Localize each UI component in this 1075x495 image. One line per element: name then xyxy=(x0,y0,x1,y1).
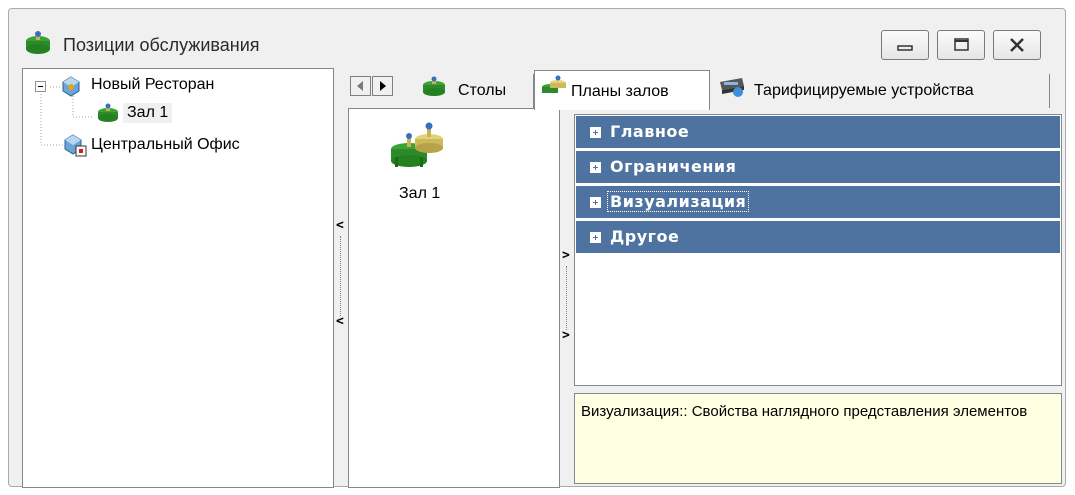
category-label: Другое xyxy=(610,227,680,246)
expand-icon[interactable] xyxy=(590,232,601,243)
tab-billing-devices[interactable]: Тарифицируемые устройства xyxy=(710,74,1050,108)
minimize-button[interactable] xyxy=(881,30,929,60)
category-label: Главное xyxy=(610,122,690,141)
tree-item-label: Новый Ресторан xyxy=(91,76,215,93)
arrow-left-icon xyxy=(357,81,363,91)
category-label: Визуализация xyxy=(606,191,750,212)
maximize-button[interactable] xyxy=(937,30,985,60)
close-button[interactable] xyxy=(993,30,1041,60)
expand-toggle[interactable] xyxy=(35,81,46,92)
billing-device-icon xyxy=(718,74,748,105)
hall-icon xyxy=(95,103,121,130)
description-text: Визуализация:: Свойства наглядного предс… xyxy=(581,403,1028,420)
property-description: Визуализация:: Свойства наглядного предс… xyxy=(574,393,1062,484)
arrow-right-icon xyxy=(380,81,386,91)
hall-plan-icon xyxy=(539,75,569,106)
collapse-left-icon[interactable]: < xyxy=(336,219,344,232)
category-other[interactable]: Другое xyxy=(576,221,1060,254)
list-item-label: Зал 1 xyxy=(399,185,441,202)
properties-splitter[interactable]: > > xyxy=(561,240,573,360)
category-main[interactable]: Главное xyxy=(576,116,1060,149)
tab-label: Планы залов xyxy=(571,83,669,100)
category-limits[interactable]: Ограничения xyxy=(576,151,1060,184)
location-tree[interactable]: Новый Ресторан Зал 1 Центральный Офис xyxy=(22,68,334,488)
table-icon xyxy=(21,31,55,61)
tab-scroll-right-button[interactable] xyxy=(372,76,393,96)
restaurant-icon xyxy=(61,75,81,102)
category-visualization[interactable]: Визуализация xyxy=(576,186,1060,219)
tree-item-label: Зал 1 xyxy=(123,103,173,123)
list-item[interactable]: Зал 1 xyxy=(385,121,465,211)
maximize-icon xyxy=(954,38,969,51)
window-title: Позиции обслуживания xyxy=(63,35,260,55)
tab-hall-plans[interactable]: Планы залов xyxy=(534,70,710,110)
minimize-icon xyxy=(897,45,913,51)
expand-icon[interactable] xyxy=(590,162,601,173)
hall-plan-list[interactable]: Зал 1 xyxy=(348,108,560,488)
hall-plan-icon xyxy=(385,121,455,179)
collapse-right-icon[interactable]: > xyxy=(562,329,570,342)
tab-scroll-left-button[interactable] xyxy=(350,76,371,96)
office-icon xyxy=(63,133,87,162)
tab-tables[interactable]: Столы xyxy=(400,74,534,108)
close-icon xyxy=(1010,38,1024,52)
collapse-right-icon[interactable]: > xyxy=(562,249,570,262)
expand-icon[interactable] xyxy=(590,197,601,208)
tab-label: Столы xyxy=(458,82,507,99)
category-label: Ограничения xyxy=(610,157,737,176)
table-icon xyxy=(420,76,448,105)
tree-splitter[interactable]: < < xyxy=(335,210,347,350)
expand-icon[interactable] xyxy=(590,127,601,138)
property-grid[interactable]: Главное Ограничения Визуализация Другое xyxy=(574,114,1062,386)
tree-item-label: Центральный Офис xyxy=(91,136,240,153)
collapse-left-icon[interactable]: < xyxy=(336,315,344,328)
tab-label: Тарифицируемые устройства xyxy=(754,82,974,99)
tab-strip: Столы Планы залов Тарифицируемые устройс… xyxy=(348,68,1068,110)
